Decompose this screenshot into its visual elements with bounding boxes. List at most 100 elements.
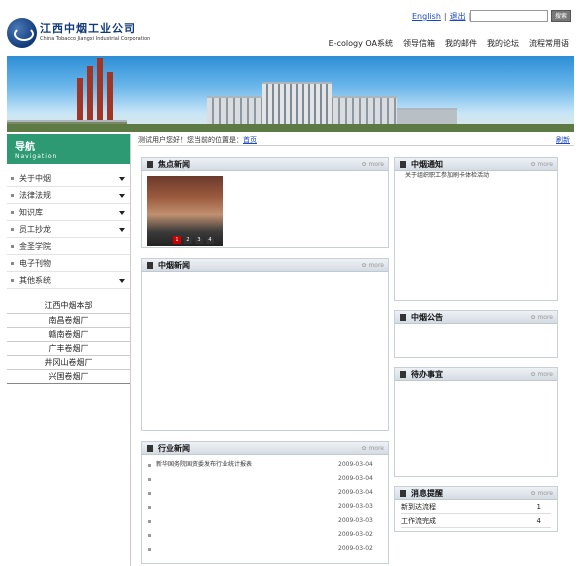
greeting-text: 测试用户您好！您当前的位置是：	[138, 136, 243, 144]
org-link-xingguo[interactable]: 兴国卷烟厂	[7, 369, 130, 384]
panel-title: 焦点新闻	[158, 160, 190, 169]
list-item[interactable]: 2009-03-03	[148, 516, 382, 526]
news-title[interactable]: 新华国务院国资委发布行业统计报表	[156, 460, 316, 470]
chevron-down-icon	[119, 177, 125, 181]
list-item[interactable]: 2009-03-02	[148, 530, 382, 540]
nav-process-phrases[interactable]: 流程常用语	[529, 39, 569, 48]
panel-header: 中烟新闻 more	[142, 259, 388, 272]
company-name-cn: 江西中烟工业公司	[40, 22, 136, 35]
sidebar-item-about[interactable]: 关于中烟	[7, 170, 130, 187]
list-item[interactable]: 2009-03-02	[148, 544, 382, 554]
breadcrumb-home[interactable]: 首页	[243, 136, 257, 144]
org-link-gannan[interactable]: 赣南卷烟厂	[7, 327, 130, 341]
chevron-down-icon	[119, 194, 125, 198]
refresh-link[interactable]: 刷新	[556, 134, 570, 146]
news-date: 2009-03-03	[338, 517, 373, 524]
panel-marker-icon	[147, 445, 153, 452]
sidebar: 导航 Navigation 关于中烟 法律法规 知识库 员工抄龙 金圣学院 电子…	[7, 134, 131, 566]
todo-panel: 待办事宜 more	[394, 367, 558, 477]
list-item[interactable]: 2009-03-03	[148, 502, 382, 512]
org-link-jinggangshan[interactable]: 井冈山卷烟厂	[7, 355, 130, 369]
panel-title: 待办事宜	[411, 370, 443, 379]
sidebar-item-label: 金圣学院	[19, 242, 51, 251]
message-count: 1	[536, 503, 541, 511]
panel-title: 中烟公告	[411, 313, 443, 322]
company-news-panel: 中烟新闻 more	[141, 258, 389, 431]
sidebar-title: 导航	[15, 142, 35, 153]
company-logo[interactable]: 江西中烟工业公司 China Tobacco Jiangxi Industria…	[7, 16, 157, 48]
photo-page-button[interactable]: 3	[195, 236, 203, 244]
focus-news-panel: 焦点新闻 more 1 2 3 4	[141, 157, 389, 248]
more-link[interactable]: more	[531, 487, 553, 500]
english-link[interactable]: English	[412, 12, 441, 21]
nav-my-forum[interactable]: 我的论坛	[487, 39, 519, 48]
sidebar-item-publications[interactable]: 电子刊物	[7, 255, 130, 272]
list-item[interactable]: 2009-03-04	[148, 488, 382, 498]
panel-marker-icon	[400, 161, 406, 168]
photo-page-button[interactable]: 2	[184, 236, 192, 244]
message-count: 4	[536, 517, 541, 525]
banner-tower	[97, 58, 103, 124]
panel-marker-icon	[147, 262, 153, 269]
more-link[interactable]: more	[362, 259, 384, 272]
photo-page-button[interactable]: 4	[206, 236, 214, 244]
sidebar-item-laws[interactable]: 法律法规	[7, 187, 130, 204]
nav-ecology-oa[interactable]: E-cology OA系统	[329, 39, 393, 48]
news-date: 2009-03-02	[338, 531, 373, 538]
panel-header: 焦点新闻 more	[142, 158, 388, 171]
sidebar-menu: 关于中烟 法律法规 知识库 员工抄龙 金圣学院 电子刊物 其他系统	[7, 170, 130, 289]
more-link[interactable]: more	[531, 368, 553, 381]
logo-emblem-icon	[7, 18, 37, 48]
bullet-icon	[148, 478, 151, 481]
sidebar-item-other-systems[interactable]: 其他系统	[7, 272, 130, 289]
bullet-icon	[148, 492, 151, 495]
sidebar-item-knowledge[interactable]: 知识库	[7, 204, 130, 221]
more-link[interactable]: more	[531, 311, 553, 324]
notice-panel: 中烟通知 more 关于组织职工参加刷卡体检活动	[394, 157, 558, 301]
industry-news-panel: 行业新闻 more 新华国务院国资委发布行业统计报表 2009-03-04 200…	[141, 441, 389, 564]
header-banner	[7, 56, 574, 132]
logout-link[interactable]: 退出	[450, 12, 466, 21]
more-link[interactable]: more	[531, 158, 553, 171]
sidebar-subtitle: Navigation	[15, 153, 58, 160]
list-item[interactable]: 关于组织职工参加刷卡体检活动	[405, 171, 551, 181]
panel-marker-icon	[400, 371, 406, 378]
portal-page: 江西中烟工业公司 China Tobacco Jiangxi Industria…	[0, 0, 588, 566]
notice-title[interactable]: 关于组织职工参加刷卡体检活动	[405, 171, 545, 181]
sidebar-item-staff[interactable]: 员工抄龙	[7, 221, 130, 238]
more-link[interactable]: more	[362, 442, 384, 455]
sidebar-item-label: 关于中烟	[19, 174, 51, 183]
focus-photo[interactable]: 1 2 3 4	[147, 176, 223, 246]
message-row-new-flow[interactable]: 新到达流程 1	[401, 500, 551, 514]
message-row-completed[interactable]: 工作流完成 4	[401, 514, 551, 528]
message-label[interactable]: 新到达流程	[401, 503, 436, 511]
news-date: 2009-03-04	[338, 489, 373, 496]
list-item[interactable]: 新华国务院国资委发布行业统计报表 2009-03-04	[148, 460, 382, 470]
panel-title: 中烟通知	[411, 160, 443, 169]
org-link-guangfeng[interactable]: 广丰卷烟厂	[7, 341, 130, 355]
nav-my-mail[interactable]: 我的邮件	[445, 39, 477, 48]
panel-header: 行业新闻 more	[142, 442, 388, 455]
top-links: English|退出|	[412, 12, 471, 21]
sidebar-item-label: 电子刊物	[19, 259, 51, 268]
more-link[interactable]: more	[362, 158, 384, 171]
banner-tower	[87, 66, 93, 124]
sidebar-item-academy[interactable]: 金圣学院	[7, 238, 130, 255]
panel-marker-icon	[400, 490, 406, 497]
message-label[interactable]: 工作流完成	[401, 517, 436, 525]
list-item[interactable]: 2009-03-04	[148, 474, 382, 484]
panel-header: 待办事宜 more	[395, 368, 557, 381]
search-input[interactable]	[470, 10, 548, 22]
photo-page-button[interactable]: 1	[173, 236, 181, 244]
messages-panel: 消息提醒 more 新到达流程 1 工作流完成 4	[394, 486, 558, 532]
org-link-nanchang[interactable]: 南昌卷烟厂	[7, 313, 130, 327]
org-headquarters[interactable]: 江西中烟本部	[7, 299, 130, 313]
chevron-down-icon	[119, 279, 125, 283]
search-button[interactable]: 搜索	[551, 10, 571, 22]
nav-leader-mailbox[interactable]: 领导信箱	[403, 39, 435, 48]
panel-marker-icon	[147, 161, 153, 168]
sidebar-item-label: 其他系统	[19, 276, 51, 285]
panel-title: 消息提醒	[411, 489, 443, 498]
bullet-icon	[148, 464, 151, 467]
banner-tower	[107, 72, 113, 124]
